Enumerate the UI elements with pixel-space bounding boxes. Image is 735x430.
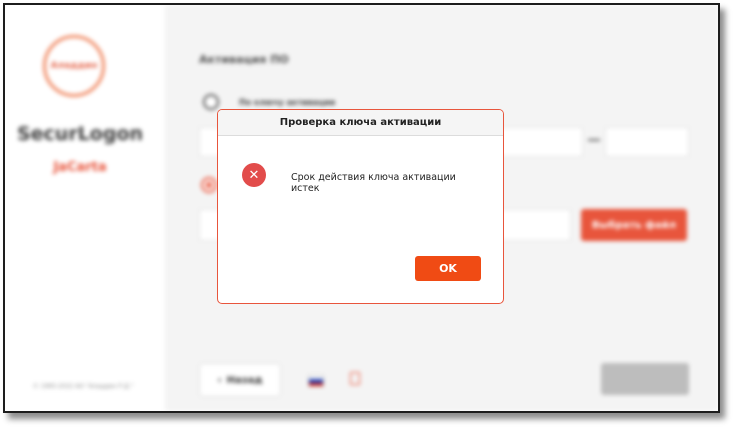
aladdin-logo: Аладдин xyxy=(43,35,105,97)
radio-by-key-label: По ключу активации xyxy=(239,98,336,107)
radio-by-key[interactable] xyxy=(203,94,219,110)
choose-file-button[interactable]: Выбрать файл xyxy=(581,209,687,241)
key-separator xyxy=(588,139,600,141)
dialog-title: Проверка ключа активации xyxy=(218,110,503,136)
application-window: Аладдин SecurLogon JaCarta © 1995-2022 А… xyxy=(3,3,720,413)
next-button[interactable] xyxy=(601,363,689,395)
app-name: SecurLogon xyxy=(16,123,144,145)
radio-by-file[interactable] xyxy=(201,177,217,193)
copyright: © 1995-2022 АО "Аладдин Р.Д." xyxy=(32,383,134,390)
app-subtitle: JaCarta xyxy=(53,160,107,175)
error-icon: ✕ xyxy=(242,163,266,187)
ok-button[interactable]: OK xyxy=(415,256,481,281)
back-button[interactable]: ‹ Назад xyxy=(199,363,281,397)
pdf-document-icon[interactable] xyxy=(350,372,360,385)
dialog-message: Срок действия ключа активации истек xyxy=(291,172,456,194)
logo-text: Аладдин xyxy=(50,61,98,71)
sidebar: Аладдин SecurLogon JaCarta © 1995-2022 А… xyxy=(5,5,165,411)
back-button-label: Назад xyxy=(226,374,263,386)
chevron-left-icon: ‹ xyxy=(217,374,222,386)
activation-check-dialog: Проверка ключа активации ✕ Срок действия… xyxy=(217,109,504,304)
russian-flag-icon[interactable] xyxy=(308,375,324,387)
page-title: Активация ПО xyxy=(199,53,289,66)
activation-key-field-2[interactable] xyxy=(605,127,689,157)
